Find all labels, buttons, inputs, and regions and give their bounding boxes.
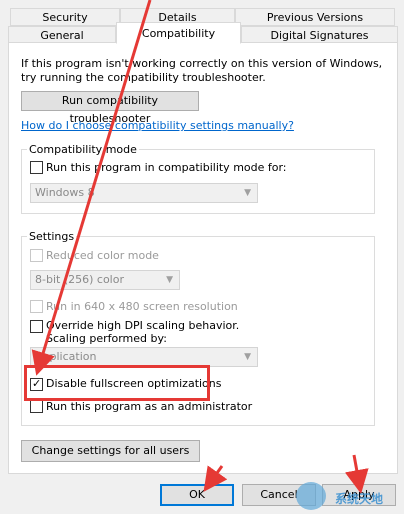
- resolution-640-checkbox[interactable]: [30, 300, 43, 313]
- tab-previous-versions[interactable]: Previous Versions: [235, 8, 395, 26]
- intro-line-2: try running the compatibility troublesho…: [21, 71, 266, 84]
- color-mode-select-value: 8-bit (256) color: [35, 273, 124, 286]
- settings-title: Settings: [27, 230, 77, 243]
- change-settings-all-users-button[interactable]: Change settings for all users: [21, 440, 200, 462]
- watermark-logo: [296, 482, 326, 510]
- intro-line-1: If this program isn't working correctly …: [21, 57, 383, 70]
- compat-mode-label: Run this program in compatibility mode f…: [46, 161, 287, 174]
- override-dpi-label-line1: Override high DPI scaling behavior.: [46, 319, 240, 332]
- reduced-color-checkbox[interactable]: [30, 249, 43, 262]
- compatibility-mode-title: Compatibility mode: [27, 143, 139, 156]
- dpi-scaling-select[interactable]: Application ▼: [30, 347, 258, 367]
- override-dpi-checkbox[interactable]: [30, 320, 43, 333]
- compatibility-mode-group: [21, 149, 375, 214]
- chevron-down-icon: ▼: [244, 352, 251, 362]
- reduced-color-label: Reduced color mode: [46, 249, 159, 262]
- tab-digital-signatures[interactable]: Digital Signatures: [241, 26, 398, 43]
- color-mode-select[interactable]: 8-bit (256) color ▼: [30, 270, 180, 290]
- run-troubleshooter-button[interactable]: Run compatibility troubleshooter: [21, 91, 199, 125]
- dpi-scaling-select-value: Application: [35, 350, 97, 363]
- compat-mode-select[interactable]: Windows 8 ▼: [30, 183, 258, 203]
- compat-mode-select-value: Windows 8: [35, 186, 95, 199]
- watermark-text: 系统天地: [335, 492, 384, 506]
- tab-general[interactable]: General: [8, 26, 116, 43]
- annotation-highlight-box: [24, 365, 210, 401]
- run-as-admin-label: Run this program as an administrator: [46, 400, 253, 413]
- resolution-640-label: Run in 640 x 480 screen resolution: [46, 300, 238, 313]
- chevron-down-icon: ▼: [166, 275, 173, 285]
- run-as-admin-checkbox[interactable]: [30, 400, 43, 413]
- tab-security[interactable]: Security: [10, 8, 120, 26]
- compat-mode-checkbox[interactable]: [30, 161, 43, 174]
- manual-settings-link[interactable]: How do I choose compatibility settings m…: [21, 119, 294, 132]
- tab-compatibility[interactable]: Compatibility: [116, 22, 241, 44]
- ok-button[interactable]: OK: [160, 484, 234, 506]
- chevron-down-icon: ▼: [244, 188, 251, 198]
- override-dpi-label-line2: Scaling performed by:: [46, 332, 167, 345]
